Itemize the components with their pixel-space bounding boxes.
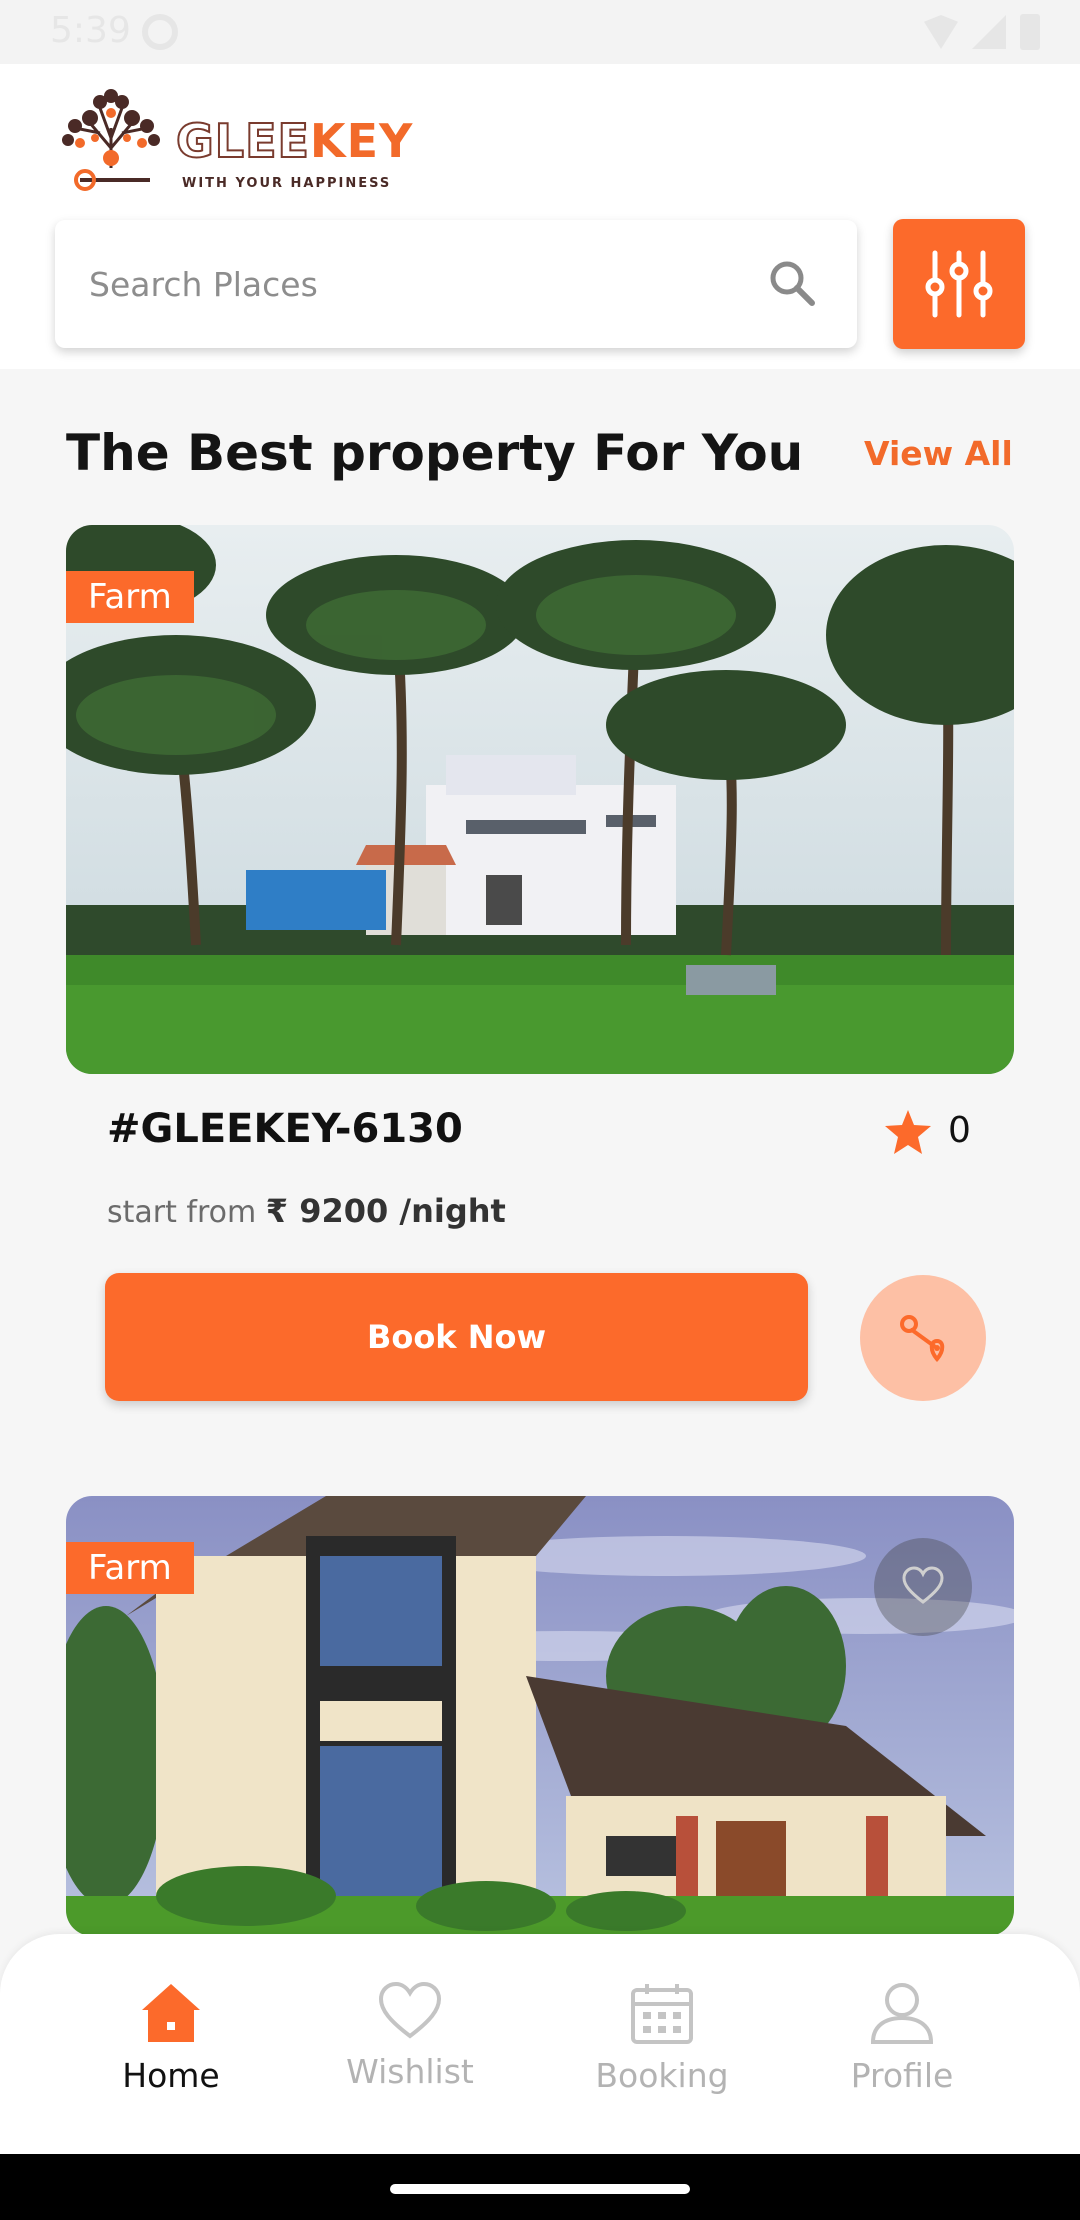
price-line: start from ₹ 9200 /night [107,1192,506,1230]
nav-profile-label: Profile [850,2056,954,2095]
wishlist-toggle-button[interactable] [874,1538,972,1636]
system-gesture-bar [0,2154,1080,2220]
book-now-button[interactable]: Book Now [105,1273,808,1401]
status-time: 5:39 [50,10,131,51]
nav-home[interactable]: Home [71,1980,271,2095]
user-icon [870,1983,934,2044]
status-bar: 5:39 [0,0,1080,64]
tree-logo-icon [62,89,160,191]
search-input[interactable] [89,254,729,314]
villa-photo [66,1496,1014,1936]
directions-button[interactable] [860,1275,986,1401]
heart-icon [378,1981,442,2039]
property-title[interactable]: #GLEEKEY-6130 [107,1106,463,1152]
cell-signal-icon [972,15,1006,49]
nav-profile[interactable]: Profile [802,1980,1002,2095]
heart-icon [902,1566,944,1604]
battery-icon [1020,14,1040,50]
wifi-icon [924,15,958,49]
settings-status-icon [142,14,178,50]
farmhouse-photo [66,525,1014,1074]
property-image[interactable]: Farm [66,1496,1014,1936]
status-icons [924,14,1040,50]
gleekey-logo: GLEEKEY WITH YOUR HAPPINESS [50,88,414,198]
rating-value: 0 [948,1110,971,1151]
sliders-icon [925,250,993,318]
nav-wishlist-label: Wishlist [346,2052,474,2091]
logo-tagline: WITH YOUR HAPPINESS [182,176,392,191]
nav-wishlist[interactable]: Wishlist [310,1980,510,2091]
star-icon [885,1110,931,1154]
price-amount: ₹ 9200 /night [265,1192,506,1230]
category-badge: Farm [66,1542,194,1594]
search-box[interactable] [55,220,857,348]
nav-home-label: Home [122,2056,220,2095]
logo-text-glee: GLEE [175,113,310,169]
home-icon [142,1984,200,2042]
logo-text-key: KEY [309,114,414,168]
filter-button[interactable] [893,219,1025,349]
price-prefix: start from [107,1195,257,1230]
section-title: The Best property For You [66,424,804,482]
category-badge: Farm [66,571,194,623]
app-header: GLEEKEY WITH YOUR HAPPINESS [0,64,1080,369]
nav-booking[interactable]: Booking [562,1980,762,2095]
route-icon [900,1315,945,1363]
home-gesture-handle[interactable] [390,2184,690,2194]
nav-booking-label: Booking [595,2056,729,2095]
bottom-navigation: Home Wishlist Booking Profile [0,1934,1080,2154]
property-image[interactable]: Farm [66,525,1014,1074]
view-all-link[interactable]: View All [864,434,1013,473]
search-icon[interactable] [767,258,817,308]
calendar-icon [631,1984,693,2044]
